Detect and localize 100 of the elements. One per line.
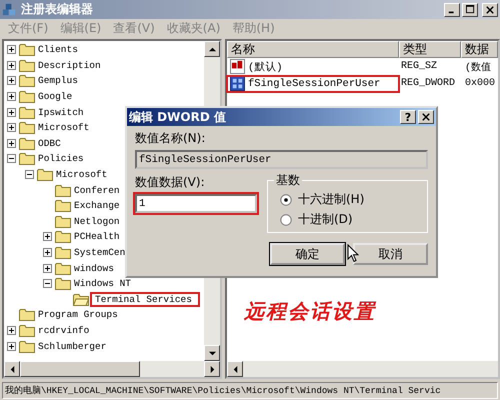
expander-icon[interactable] bbox=[7, 60, 16, 70]
tree-item[interactable]: PCHealth bbox=[74, 231, 120, 242]
right-arrow-icon bbox=[208, 366, 216, 372]
horizontal-scrollbar[interactable] bbox=[4, 361, 220, 377]
close-icon bbox=[422, 113, 430, 121]
radio-button[interactable] bbox=[280, 194, 292, 206]
field-label: 数值名称(N): bbox=[135, 130, 206, 147]
folder-icon bbox=[19, 58, 35, 72]
folder-icon bbox=[19, 152, 35, 166]
scroll-left-button[interactable] bbox=[227, 361, 243, 377]
expander-icon[interactable] bbox=[7, 108, 16, 117]
radio-label[interactable]: 十六进制(H) bbox=[298, 191, 364, 208]
tree-item[interactable]: Schlumberger bbox=[38, 340, 106, 352]
expander-icon[interactable] bbox=[43, 248, 52, 258]
folder-icon bbox=[55, 230, 71, 244]
tree-item[interactable]: rcdrvinfo bbox=[38, 324, 90, 336]
folder-icon bbox=[19, 136, 35, 150]
close-button[interactable] bbox=[418, 110, 434, 124]
expander-icon[interactable] bbox=[43, 264, 52, 273]
annotation-caption: 远程会话设置 bbox=[244, 298, 376, 325]
folder-icon bbox=[19, 308, 35, 322]
value-data-field[interactable]: 1 bbox=[135, 194, 257, 213]
folder-icon bbox=[55, 246, 71, 260]
expander-icon[interactable] bbox=[7, 45, 16, 54]
value-name-field[interactable]: fSingleSessionPerUser bbox=[135, 150, 428, 169]
folder-icon bbox=[19, 74, 35, 88]
registry-cubes-icon bbox=[2, 2, 17, 17]
down-arrow-icon bbox=[208, 350, 216, 356]
tree-item[interactable]: Terminal Services bbox=[92, 294, 198, 305]
tree-item[interactable]: Description bbox=[38, 60, 101, 71]
folder-icon bbox=[19, 90, 35, 104]
expander-icon[interactable] bbox=[7, 92, 16, 102]
horizontal-scrollbar[interactable] bbox=[227, 361, 498, 377]
tree-item[interactable]: Netlogon bbox=[74, 216, 120, 227]
tree-item[interactable]: Gemplus bbox=[38, 75, 78, 86]
tree-item[interactable]: Conferen bbox=[74, 184, 120, 196]
tree-item[interactable]: Clients bbox=[38, 44, 78, 56]
group-label: 基数 bbox=[274, 172, 302, 189]
tree-item[interactable]: Microsoft bbox=[56, 169, 108, 180]
scroll-thumb[interactable] bbox=[20, 361, 140, 377]
value-type: REG_DWORD bbox=[400, 78, 456, 89]
folder-icon bbox=[37, 168, 53, 182]
binary-value-icon bbox=[230, 76, 245, 91]
folder-icon bbox=[55, 277, 71, 290]
ok-button[interactable]: 确定 bbox=[270, 243, 345, 265]
tree-item[interactable]: Ipswitch bbox=[38, 106, 84, 118]
folder-icon bbox=[19, 340, 35, 353]
value-data: 0x000 bbox=[464, 78, 496, 89]
tree-item[interactable]: Exchange bbox=[74, 200, 120, 212]
column-header[interactable]: 名称 bbox=[227, 41, 399, 58]
folder-icon bbox=[19, 121, 35, 134]
expander-icon[interactable] bbox=[7, 123, 16, 132]
folder-icon bbox=[55, 262, 71, 275]
value-data: (数值 bbox=[464, 61, 492, 74]
radio-label[interactable]: 十进制(D) bbox=[298, 211, 353, 228]
column-header[interactable]: 类型 bbox=[399, 41, 461, 58]
folder-icon bbox=[55, 214, 71, 228]
expander-icon[interactable] bbox=[43, 279, 52, 288]
expander-icon[interactable] bbox=[7, 138, 16, 148]
expander-icon[interactable] bbox=[7, 326, 16, 335]
close-button[interactable] bbox=[482, 2, 498, 16]
folder-icon bbox=[55, 184, 71, 197]
dialog-title: 编辑 DWORD 值 bbox=[129, 108, 227, 126]
string-value-icon bbox=[230, 59, 245, 74]
tree-item[interactable]: Google bbox=[38, 91, 72, 102]
minimize-button[interactable] bbox=[444, 2, 460, 16]
maximize-icon bbox=[466, 5, 474, 14]
tree-item[interactable]: Program Groups bbox=[38, 309, 118, 320]
expander-icon[interactable] bbox=[7, 76, 16, 86]
expander-icon[interactable] bbox=[25, 170, 34, 180]
window-title: 注册表编辑器 bbox=[21, 1, 94, 18]
tree-item[interactable]: ODBC bbox=[38, 138, 61, 149]
column-header[interactable]: 数据 bbox=[461, 41, 498, 58]
folder-icon bbox=[55, 199, 71, 212]
folder-icon bbox=[19, 324, 35, 337]
folder-icon bbox=[19, 106, 35, 119]
status-bar: 我的电脑\HKEY_LOCAL_MACHINE\SOFTWARE\Policies\Microsoft\Windows NT\Terminal Servic bbox=[2, 382, 498, 399]
value-name[interactable]: (默认) bbox=[248, 60, 283, 74]
scroll-left-button[interactable] bbox=[4, 361, 20, 377]
value-name[interactable]: fSingleSessionPerUser bbox=[248, 78, 380, 90]
field-label: 数值数据(V): bbox=[135, 174, 206, 191]
folder-icon bbox=[19, 43, 35, 56]
up-arrow-icon bbox=[208, 46, 216, 52]
radio-button[interactable] bbox=[280, 214, 292, 226]
scroll-right-button[interactable] bbox=[204, 361, 220, 377]
tree-item[interactable]: SystemCen bbox=[74, 247, 126, 258]
mouse-pointer-icon bbox=[347, 244, 359, 263]
value-type: REG_SZ bbox=[400, 61, 438, 72]
tree-item[interactable]: Microsoft bbox=[38, 122, 90, 134]
tree-item[interactable]: Policies bbox=[38, 153, 84, 164]
scroll-down-button[interactable] bbox=[204, 345, 220, 361]
expander-icon[interactable] bbox=[7, 342, 16, 351]
tree-item[interactable]: windows bbox=[74, 262, 114, 274]
expander-icon[interactable] bbox=[43, 232, 52, 242]
maximize-button[interactable] bbox=[462, 2, 478, 16]
tree-item[interactable]: Windows NT bbox=[74, 278, 132, 290]
help-button[interactable]: ? bbox=[400, 110, 416, 124]
expander-icon[interactable] bbox=[7, 154, 16, 164]
scroll-up-button[interactable] bbox=[204, 41, 220, 57]
close-icon bbox=[486, 6, 494, 14]
